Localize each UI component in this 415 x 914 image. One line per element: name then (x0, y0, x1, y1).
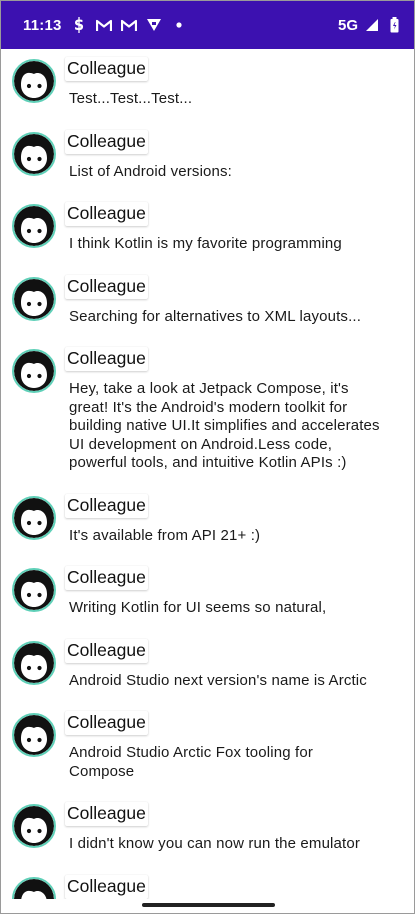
message-text: Searching for alternatives to XML layout… (69, 307, 362, 325)
avatar-face-icon (14, 642, 54, 683)
gesture-handle[interactable] (142, 903, 275, 907)
avatar-face-icon (14, 806, 54, 846)
battery-icon (386, 17, 402, 33)
message-item[interactable]: Colleague It's available from API 21+ :) (1, 486, 414, 546)
message-author: Colleague (65, 57, 148, 81)
avatar-face-icon (14, 133, 54, 174)
avatar-face-icon (14, 206, 54, 246)
avatar-face-icon (14, 61, 54, 101)
avatar[interactable] (12, 204, 56, 248)
avatar-face-icon (14, 278, 54, 319)
message-text: It's available from API 21+ :) (69, 526, 261, 544)
message-author: Colleague (65, 711, 148, 735)
gmail-icon (95, 17, 112, 33)
message-author: Colleague (65, 347, 148, 371)
dot-icon (171, 17, 187, 33)
message-text: Android Studio Arctic Fox tooling for Co… (69, 744, 314, 780)
message-author: Colleague (65, 566, 148, 590)
avatar-face-icon (14, 715, 54, 755)
avatar-face-icon (14, 570, 54, 610)
avatar[interactable] (12, 495, 56, 540)
avatar[interactable] (12, 713, 56, 757)
message-text: I didn't know you can now run the emulat… (69, 835, 360, 852)
avatar[interactable] (12, 131, 56, 176)
status-bar: 11:13 S 5G (1, 1, 414, 49)
message-item[interactable]: Colleague I think Kotlin is my favorite … (1, 194, 414, 254)
phone-screen: 11:13 S 5G (0, 0, 415, 914)
sim-s-icon: S (71, 17, 87, 33)
avatar[interactable] (12, 349, 56, 393)
avatar[interactable] (12, 59, 56, 103)
message-text: Hey, take a look at Jetpack Compose, it'… (69, 380, 380, 471)
signal-icon (364, 17, 380, 33)
network-label: 5G (337, 16, 358, 34)
message-text: Writing Kotlin for UI seems so natural, (69, 599, 327, 616)
message-author: Colleague (65, 129, 148, 154)
message-author: Colleague (65, 874, 148, 899)
gmail-icon (120, 17, 137, 33)
download-icon (146, 17, 162, 33)
message-item[interactable]: Colleague Android Studio Arctic Fox tool… (1, 703, 414, 781)
message-list[interactable]: Colleague Test...Test...Test... Colleagu… (1, 49, 414, 913)
avatar-face-icon (14, 497, 54, 538)
navigation-bar (1, 899, 414, 913)
message-author: Colleague (65, 493, 148, 518)
avatar[interactable] (12, 276, 56, 321)
message-author: Colleague (65, 274, 148, 299)
message-item[interactable]: Colleague I didn't know you can now run … (1, 794, 414, 854)
message-text: Android Studio next version's name is Ar… (69, 671, 367, 689)
avatar[interactable] (12, 568, 56, 612)
status-time: 11:13 (23, 16, 62, 34)
message-item[interactable]: Colleague Test...Test...Test... (1, 49, 414, 109)
message-item[interactable]: Colleague Searching for alternatives to … (1, 267, 414, 327)
message-text: Test...Test...Test... (69, 90, 193, 107)
message-text: I think Kotlin is my favorite programmin… (69, 235, 342, 252)
message-text: List of Android versions: (69, 162, 233, 180)
message-item[interactable]: Colleague Hey, take a look at Jetpack Co… (1, 339, 414, 473)
avatar[interactable] (12, 640, 56, 685)
message-author: Colleague (65, 202, 148, 226)
message-author: Colleague (65, 802, 148, 826)
avatar-face-icon (14, 351, 54, 391)
message-item[interactable]: Colleague Writing Kotlin for UI seems so… (1, 558, 414, 618)
message-author: Colleague (65, 638, 148, 663)
message-item[interactable]: Colleague List of Android versions: (1, 122, 414, 182)
message-item[interactable]: Colleague Android Studio next version's … (1, 631, 414, 691)
avatar[interactable] (12, 804, 56, 848)
